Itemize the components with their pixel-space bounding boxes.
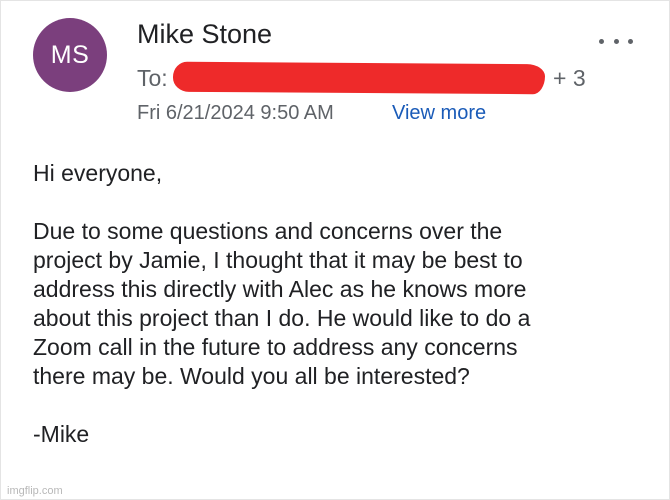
- redaction-mark: [172, 61, 546, 95]
- message-paragraph: Due to some questions and concerns over …: [33, 218, 531, 389]
- dot-icon: [613, 38, 619, 44]
- recipients-row[interactable]: To: + 3: [137, 61, 597, 97]
- email-card: MS Mike Stone To: + 3 Fri 6/21/2024 9:50…: [0, 0, 670, 500]
- signature: -Mike: [33, 421, 90, 447]
- dot-icon: [599, 38, 604, 44]
- avatar[interactable]: MS: [33, 18, 107, 92]
- message-body: Hi everyone, Due to some questions and c…: [33, 159, 633, 449]
- dot-icon: [628, 38, 633, 44]
- more-options-icon[interactable]: [599, 37, 633, 45]
- sender-name[interactable]: Mike Stone: [137, 19, 272, 50]
- view-more-link[interactable]: View more: [392, 102, 486, 125]
- to-label: To:: [137, 65, 168, 91]
- sent-date: Fri 6/21/2024 9:50 AM: [137, 102, 334, 124]
- greeting: Hi everyone,: [33, 160, 163, 186]
- recipient-count[interactable]: + 3: [553, 65, 586, 92]
- watermark: imgflip.com: [7, 485, 63, 497]
